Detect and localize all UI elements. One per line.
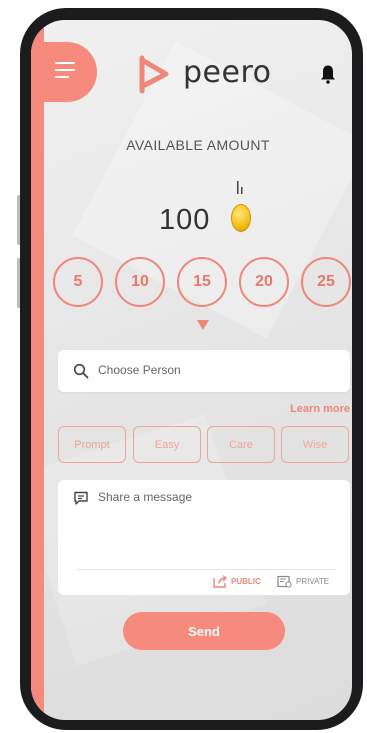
message-placeholder: Share a message (98, 490, 193, 504)
menu-button[interactable] (31, 42, 97, 102)
tag-easy[interactable]: Easy (133, 426, 201, 463)
tag-prompt[interactable]: Prompt (58, 426, 126, 463)
private-icon[interactable] (277, 575, 292, 588)
amount-option-20[interactable]: 20 (239, 257, 289, 307)
peero-logo-icon (139, 55, 169, 94)
side-accent-strip (31, 20, 44, 720)
choose-person-input[interactable]: Choose Person (58, 350, 350, 392)
amount-option-25[interactable]: 25 (301, 257, 351, 307)
tag-care[interactable]: Care (207, 426, 275, 463)
gold-coin-icon (231, 204, 251, 232)
search-icon (73, 363, 89, 379)
balance-value: 100 (159, 204, 211, 236)
tag-wise[interactable]: Wise (281, 426, 349, 463)
bell-icon[interactable] (320, 64, 336, 84)
learn-more-link[interactable]: Learn more (290, 403, 350, 415)
amount-option-5[interactable]: 5 (53, 257, 103, 307)
brand-name: peero (183, 55, 272, 90)
amount-option-15[interactable]: 15 (177, 257, 227, 307)
amount-option-10[interactable]: 10 (115, 257, 165, 307)
share-icon[interactable] (213, 575, 228, 588)
app-screen: peero AVAILABLE AMOUNT 100 5 10 15 20 25… (31, 20, 352, 720)
brand-logo: peero (133, 54, 283, 94)
message-textarea[interactable]: Share a message PUBLIC PRIVATE (58, 480, 350, 595)
hamburger-menu-icon (55, 62, 75, 79)
private-option[interactable]: PRIVATE (296, 577, 329, 586)
amount-options: 5 10 15 20 25 (53, 257, 352, 307)
message-divider (76, 569, 335, 570)
available-amount-label: AVAILABLE AMOUNT (126, 137, 270, 153)
chat-bubble-icon (74, 491, 88, 505)
search-placeholder: Choose Person (98, 363, 181, 377)
signal-bars-icon (237, 181, 243, 194)
selection-pointer-icon (197, 320, 209, 330)
send-button[interactable]: Send (123, 612, 285, 650)
public-option[interactable]: PUBLIC (231, 577, 261, 586)
value-tags: Prompt Easy Care Wise (58, 426, 350, 464)
